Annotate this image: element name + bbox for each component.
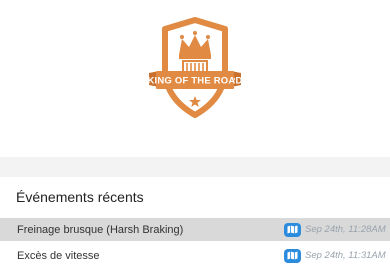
recent-events-heading: Événements récents [16, 189, 144, 205]
event-label: Freinage brusque (Harsh Braking) [17, 223, 184, 236]
achievement-badge-area: KING OF THE ROAD [0, 0, 390, 147]
crown-truck-badge-icon: KING OF THE ROAD [147, 17, 242, 118]
badge-title: KING OF THE ROAD [147, 76, 242, 87]
map-icon[interactable] [284, 248, 301, 263]
event-label: Excès de vitesse [17, 249, 100, 262]
map-icon[interactable] [284, 222, 301, 237]
event-timestamp: Sep 24th, 11:28AM [305, 224, 386, 235]
section-divider [0, 157, 390, 177]
list-item[interactable]: Freinage brusque (Harsh Braking) Sep 24t… [0, 218, 390, 241]
event-timestamp: Sep 24th, 11:31AM [305, 250, 386, 261]
